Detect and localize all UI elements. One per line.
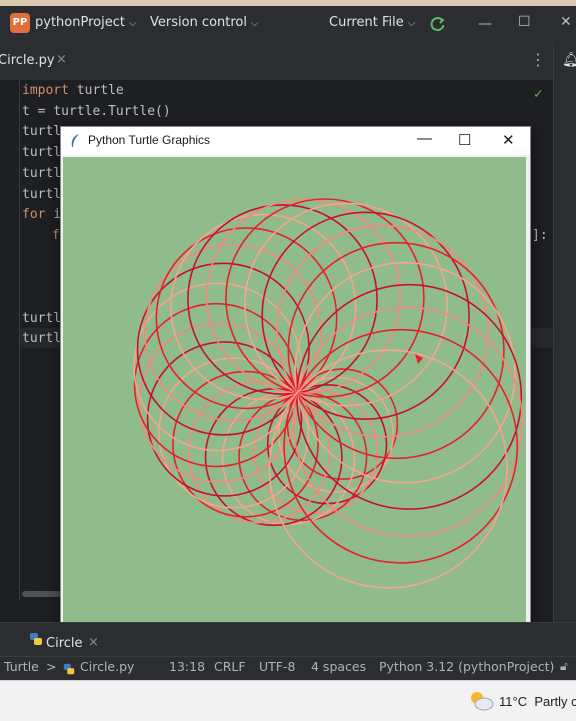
partly-cloudy-icon — [471, 692, 494, 711]
maximize-icon[interactable]: ☐ — [518, 14, 531, 30]
close-icon[interactable]: × — [88, 635, 99, 650]
code-text: t = turtle.Turtle() — [22, 103, 171, 119]
version-control-menu[interactable]: Version control ⌵ — [150, 15, 259, 30]
line-separator[interactable]: CRLF — [214, 659, 246, 674]
chevron-down-icon: ⌵ — [407, 18, 416, 29]
python-icon — [63, 663, 75, 675]
weather-widget[interactable]: 11°C Partly c — [499, 694, 576, 709]
run-config-selector[interactable]: Current File ⌵ — [329, 15, 415, 30]
code-keyword: f — [52, 227, 60, 243]
close-icon[interactable]: ✕ — [560, 14, 572, 30]
code-text: turtl — [22, 145, 62, 161]
turtle-window-title-bar[interactable]: Python Turtle Graphics — ☐ ✕ — [61, 127, 530, 155]
python-icon — [30, 633, 42, 645]
breadcrumb-separator: > — [46, 659, 57, 674]
spirograph-drawing — [133, 198, 523, 589]
code-line: turtl — [22, 145, 61, 160]
more-options-icon[interactable]: ⋮ — [530, 50, 546, 69]
status-bar: Turtle > Circle.py 13:18 CRLF UTF-8 4 sp… — [0, 656, 576, 681]
weather-desc: Partly c — [534, 694, 576, 709]
turtle-window-title: Python Turtle Graphics — [88, 133, 211, 147]
feather-icon — [71, 134, 79, 147]
project-selector[interactable]: pythonProject ⌵ — [35, 15, 137, 30]
caret-position[interactable]: 13:18 — [169, 659, 205, 674]
turtle-circle-path — [187, 381, 331, 524]
version-control-label: Version control — [150, 15, 247, 30]
code-line: f — [52, 228, 60, 243]
turtle-graphics-window: Python Turtle Graphics — ☐ ✕ — [60, 126, 531, 626]
code-keyword: for — [22, 207, 46, 223]
run-tool-window-bar: Circle × — [0, 622, 576, 657]
notifications-icon[interactable]: 🔔︎ — [562, 52, 576, 68]
chevron-down-icon: ⌵ — [251, 18, 259, 29]
project-name: pythonProject — [35, 15, 125, 30]
code-text: turtl — [22, 124, 62, 140]
right-tool-strip: 🔔︎ — [553, 42, 576, 622]
code-keyword: import — [22, 83, 69, 98]
code-text: turtl — [22, 186, 62, 202]
indent-setting[interactable]: 4 spaces — [311, 659, 366, 674]
code-line: import turtle — [22, 83, 124, 98]
code-text: turtle — [68, 83, 124, 98]
chevron-down-icon: ⌵ — [128, 18, 137, 29]
code-line: turtl — [22, 124, 61, 139]
close-icon[interactable]: ✕ — [502, 131, 515, 149]
file-encoding[interactable]: UTF-8 — [259, 659, 295, 674]
ide-title-bar: PP pythonProject ⌵ Version control ⌵ Curre… — [0, 6, 576, 42]
gutter-separator — [19, 80, 20, 600]
code-line: turtl — [22, 311, 61, 326]
turtle-circle-path — [138, 322, 299, 483]
os-taskbar: 11°C Partly c — [0, 680, 576, 721]
close-icon[interactable]: × — [56, 52, 67, 67]
tab-circle-py[interactable]: Circle.py × — [0, 42, 78, 82]
rerun-icon[interactable] — [429, 15, 447, 33]
editor-tab-bar: Circle.py × ⋮ — [0, 42, 576, 82]
code-fragment: ]: — [532, 228, 548, 243]
weather-temp: 11°C — [499, 694, 528, 709]
code-text: turtl — [22, 310, 62, 326]
run-tab-label[interactable]: Circle — [46, 636, 83, 651]
minimize-icon[interactable]: — — [478, 16, 492, 32]
minimize-icon[interactable]: — — [417, 130, 432, 147]
maximize-icon[interactable]: ☐ — [458, 131, 471, 149]
tab-label: Circle.py — [0, 53, 55, 68]
turtle-canvas — [63, 157, 526, 622]
breadcrumb-file[interactable]: Circle.py — [80, 659, 134, 674]
breadcrumb-root[interactable]: Turtle — [4, 659, 39, 674]
code-text: i — [45, 207, 62, 223]
code-text: turtl — [22, 331, 62, 347]
lock-icon[interactable]: 🔓︎ — [560, 659, 568, 674]
code-line: turtl — [22, 166, 61, 181]
inspection-ok-icon[interactable]: ✓ — [534, 86, 542, 102]
code-line: turtl — [22, 331, 61, 346]
horizontal-scrollbar[interactable] — [22, 591, 62, 597]
code-line: turtl — [22, 187, 61, 202]
code-line: for i — [22, 207, 61, 222]
python-interpreter[interactable]: Python 3.12 (pythonProject) — [379, 659, 554, 674]
code-text: turtl — [22, 165, 62, 181]
project-badge: PP — [10, 13, 30, 33]
run-config-label: Current File — [329, 15, 404, 30]
code-line: t = turtle.Turtle() — [22, 104, 171, 119]
